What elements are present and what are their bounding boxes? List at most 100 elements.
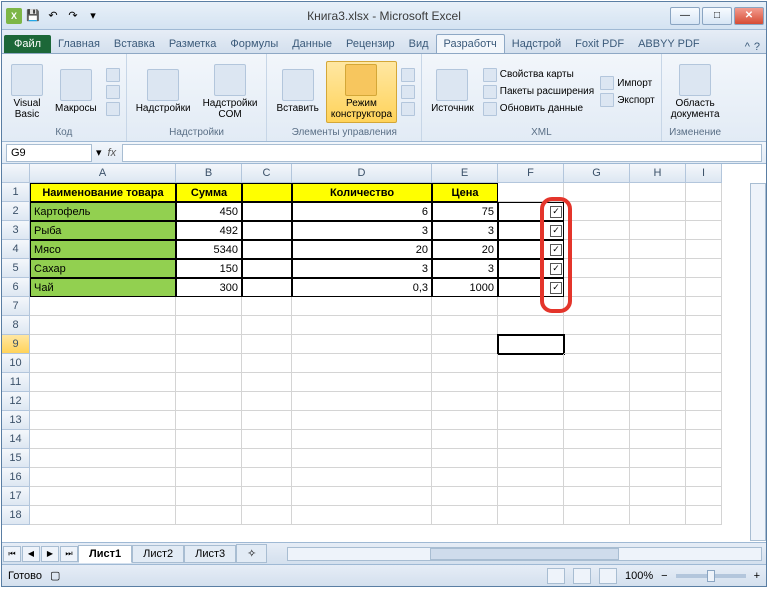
cell-price-6[interactable]: 1000 (432, 278, 498, 297)
cell-qty-3[interactable]: 3 (292, 221, 432, 240)
maximize-button[interactable]: □ (702, 7, 732, 25)
export-button[interactable]: Экспорт (598, 92, 657, 108)
cell-empty[interactable] (30, 487, 176, 506)
cell-name-3[interactable]: Рыба (30, 221, 176, 240)
vertical-scrollbar[interactable] (750, 183, 766, 541)
cell-empty[interactable] (686, 506, 722, 525)
cell-empty[interactable] (30, 449, 176, 468)
cell-empty[interactable] (686, 373, 722, 392)
cell-empty[interactable] (630, 506, 686, 525)
cell-empty[interactable] (30, 468, 176, 487)
cell-empty[interactable] (432, 449, 498, 468)
cell-empty[interactable] (498, 411, 564, 430)
cell-empty[interactable] (242, 335, 292, 354)
cell-empty[interactable] (292, 373, 432, 392)
cell-empty[interactable] (564, 202, 630, 221)
tab-formulas[interactable]: Формулы (223, 35, 285, 53)
cell-empty[interactable] (686, 468, 722, 487)
cell-empty[interactable] (432, 335, 498, 354)
cell-empty[interactable] (630, 278, 686, 297)
cell-empty[interactable] (432, 430, 498, 449)
cell-empty[interactable] (630, 316, 686, 335)
cell-empty[interactable] (432, 411, 498, 430)
cell-empty[interactable] (630, 487, 686, 506)
cell-name-2[interactable]: Картофель (30, 202, 176, 221)
cell-empty[interactable] (432, 506, 498, 525)
cell-empty[interactable] (686, 430, 722, 449)
cell-empty[interactable] (242, 297, 292, 316)
col-header-H[interactable]: H (630, 164, 686, 183)
visual-basic-button[interactable]: Visual Basic (6, 61, 48, 123)
tab-review[interactable]: Рецензир (339, 35, 402, 53)
cell-c-5[interactable] (242, 259, 292, 278)
col-header-C[interactable]: C (242, 164, 292, 183)
cell-empty[interactable] (432, 487, 498, 506)
cell-empty[interactable] (686, 392, 722, 411)
cell-empty[interactable] (564, 221, 630, 240)
macro-record-icon[interactable]: ▢ (50, 569, 60, 582)
row-header-17[interactable]: 17 (2, 487, 30, 506)
document-panel-button[interactable]: Область документа (666, 61, 725, 123)
cell-empty[interactable] (432, 373, 498, 392)
cell-empty[interactable] (498, 487, 564, 506)
tab-data[interactable]: Данные (285, 35, 339, 53)
cell-empty[interactable] (176, 297, 242, 316)
cell-empty[interactable] (564, 278, 630, 297)
cell-empty[interactable] (630, 202, 686, 221)
cell-empty[interactable] (242, 468, 292, 487)
cell-empty[interactable] (686, 411, 722, 430)
cell-empty[interactable] (176, 392, 242, 411)
view-code-button[interactable] (399, 84, 417, 100)
cell-empty[interactable] (292, 392, 432, 411)
cell-empty[interactable] (432, 297, 498, 316)
cell-c-4[interactable] (242, 240, 292, 259)
record-macro-button[interactable] (104, 67, 122, 83)
cell-empty[interactable] (30, 335, 176, 354)
row-header-3[interactable]: 3 (2, 221, 30, 240)
cell-price-4[interactable]: 20 (432, 240, 498, 259)
cell-empty[interactable] (564, 373, 630, 392)
sheet-nav-last[interactable]: ⏭ (60, 546, 78, 562)
cell-empty[interactable] (498, 392, 564, 411)
sheet-tab-2[interactable]: Лист2 (132, 545, 184, 563)
cell-empty[interactable] (686, 240, 722, 259)
cell-empty[interactable] (630, 259, 686, 278)
cell-empty[interactable] (242, 354, 292, 373)
checkbox-6[interactable]: ✓ (550, 282, 562, 294)
cell-sum-6[interactable]: 300 (176, 278, 242, 297)
tab-view[interactable]: Вид (402, 35, 436, 53)
cell-empty[interactable] (292, 335, 432, 354)
cell-empty[interactable] (564, 335, 630, 354)
expansion-packs-button[interactable]: Пакеты расширения (481, 84, 596, 100)
row-header-13[interactable]: 13 (2, 411, 30, 430)
cell-empty[interactable] (564, 240, 630, 259)
cell-empty[interactable] (432, 468, 498, 487)
cell-qty-4[interactable]: 20 (292, 240, 432, 259)
cell-empty[interactable] (498, 449, 564, 468)
cell-name-5[interactable]: Сахар (30, 259, 176, 278)
cell-empty[interactable] (686, 278, 722, 297)
macro-security-button[interactable] (104, 101, 122, 117)
undo-icon[interactable]: ↶ (44, 7, 62, 25)
row-header-5[interactable]: 5 (2, 259, 30, 278)
row-header-16[interactable]: 16 (2, 468, 30, 487)
cell-sum-2[interactable]: 450 (176, 202, 242, 221)
cell-empty[interactable] (30, 297, 176, 316)
cell-empty[interactable] (176, 316, 242, 335)
cell-empty[interactable] (432, 316, 498, 335)
grid[interactable]: ABCDEFGHI1Наименование товараСуммаКоличе… (2, 164, 766, 525)
row-header-7[interactable]: 7 (2, 297, 30, 316)
cell-c-2[interactable] (242, 202, 292, 221)
map-properties-button[interactable]: Свойства карты (481, 67, 596, 83)
cell-empty[interactable] (564, 449, 630, 468)
cell-empty[interactable] (630, 468, 686, 487)
row-header-1[interactable]: 1 (2, 183, 30, 202)
col-header-B[interactable]: B (176, 164, 242, 183)
cell-empty[interactable] (292, 449, 432, 468)
cell-empty[interactable] (686, 316, 722, 335)
checkbox-3[interactable]: ✓ (550, 225, 562, 237)
sheet-tab-1[interactable]: Лист1 (78, 545, 132, 563)
formula-bar[interactable] (122, 144, 762, 162)
col-header-D[interactable]: D (292, 164, 432, 183)
cell-empty[interactable] (564, 392, 630, 411)
